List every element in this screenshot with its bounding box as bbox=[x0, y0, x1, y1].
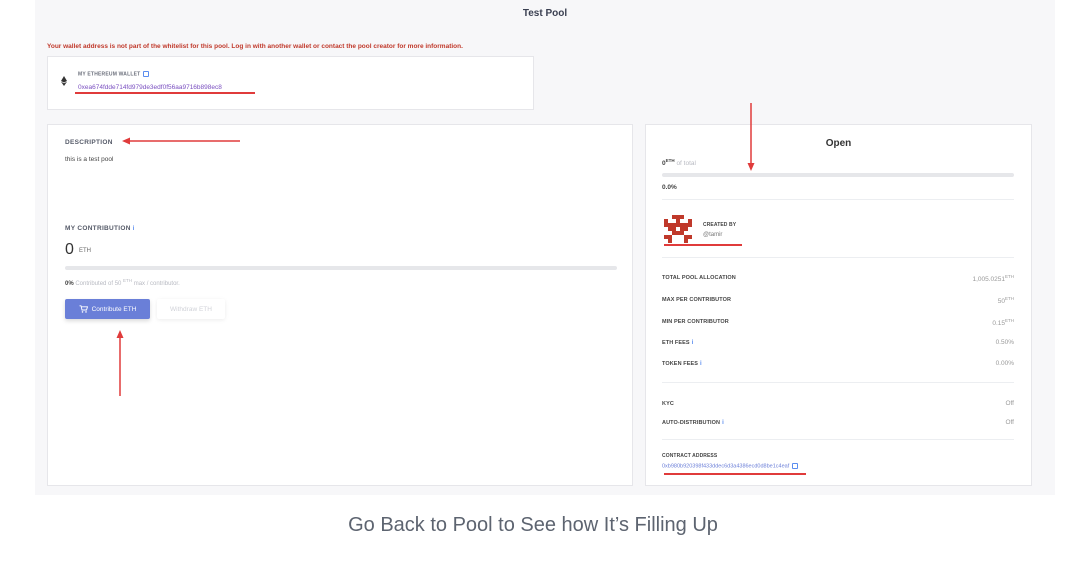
setting-label-text: KYC bbox=[662, 401, 674, 407]
pool-total-unit: ETH bbox=[665, 158, 675, 163]
stat-value-text: 1,005.0251 bbox=[972, 276, 1005, 283]
annotation-arrow-left bbox=[122, 137, 240, 145]
stat-label: ETH FEES i bbox=[662, 340, 693, 346]
pool-status-panel: Open 0ETH of total 0.0% CREATED BY @tami… bbox=[645, 103, 1032, 486]
pool-total-suffix: of total bbox=[676, 160, 696, 167]
stat-label: TOKEN FEES i bbox=[662, 361, 702, 367]
divider bbox=[662, 439, 1014, 440]
stat-value-text: 50 bbox=[997, 298, 1005, 305]
screenshot-frame: Test Pool Your wallet address is not par… bbox=[35, 0, 1055, 495]
setting-label: AUTO-DISTRIBUTION i bbox=[662, 420, 724, 426]
annotation-underline bbox=[664, 244, 742, 246]
pool-status-title: Open bbox=[825, 138, 852, 149]
stat-label-text: TOKEN FEES bbox=[662, 361, 699, 367]
stat-label-text: TOTAL POOL ALLOCATION bbox=[662, 275, 736, 281]
contribute-button-label: Contribute ETH bbox=[91, 305, 137, 313]
stat-value-text: 0.15 bbox=[992, 320, 1005, 327]
stat-value-text: 0.50% bbox=[995, 339, 1014, 346]
contribution-label: MY CONTRIBUTION bbox=[65, 225, 131, 232]
pool-info-panel: DESCRIPTION this is a test pool MY CONTR… bbox=[47, 124, 633, 486]
stat-label-text: MAX PER CONTRIBUTOR bbox=[662, 297, 732, 303]
pool-total-row: 0ETH of total bbox=[662, 158, 696, 167]
stat-label: MAX PER CONTRIBUTOR bbox=[662, 297, 731, 303]
withdraw-button-label: Withdraw ETH bbox=[170, 305, 212, 313]
pool-percent: 0.0% bbox=[662, 184, 677, 191]
description-label: DESCRIPTION bbox=[65, 139, 113, 146]
whitelist-warning: Your wallet address is not part of the w… bbox=[47, 43, 463, 50]
creator-avatar[interactable] bbox=[664, 215, 692, 243]
stat-label: TOTAL POOL ALLOCATION bbox=[662, 275, 736, 281]
setting-value: Off bbox=[1005, 419, 1014, 426]
setting-label: KYC bbox=[662, 401, 674, 407]
contribution-progress-bar bbox=[65, 266, 617, 270]
stat-unit: ETH bbox=[1005, 274, 1014, 279]
divider bbox=[662, 257, 1014, 258]
info-icon[interactable]: i bbox=[133, 226, 135, 232]
stat-label-text: MIN PER CONTRIBUTOR bbox=[662, 319, 729, 325]
creator-handle[interactable]: @tamir bbox=[703, 232, 722, 238]
wallet-card: MY ETHEREUM WALLET 0xea674fdde714fd979de… bbox=[47, 56, 534, 110]
info-icon[interactable]: i bbox=[692, 340, 694, 346]
ethereum-icon bbox=[61, 76, 67, 86]
stat-label-text: ETH FEES bbox=[662, 340, 690, 346]
contribution-label-row: MY CONTRIBUTION i bbox=[65, 225, 135, 232]
stat-value-text: 0.00% bbox=[995, 360, 1014, 367]
external-link-icon[interactable] bbox=[143, 71, 150, 77]
contribution-detail-prefix: Contributed of 50 bbox=[75, 281, 122, 287]
setting-value: Off bbox=[1005, 400, 1014, 407]
external-link-icon[interactable] bbox=[792, 463, 799, 469]
contract-label: CONTRACT ADDRESS bbox=[662, 453, 718, 459]
annotation-underline bbox=[664, 473, 806, 475]
divider bbox=[662, 199, 1014, 200]
annotation-arrow-up bbox=[116, 330, 124, 396]
contribution-percent: 0% bbox=[65, 281, 74, 287]
contribution-detail-suffix: max / contributor. bbox=[133, 281, 180, 287]
info-icon[interactable]: i bbox=[700, 361, 702, 367]
stat-value: 0.50% bbox=[996, 339, 1014, 346]
description-text: this is a test pool bbox=[65, 156, 114, 163]
contract-address[interactable]: 0xb980b920398f433ddec6d3a4386ecd0d8be1c4… bbox=[662, 463, 789, 469]
pool-progress-bar bbox=[662, 173, 1014, 177]
contribution-value: 0 bbox=[65, 241, 74, 258]
stat-label: MIN PER CONTRIBUTOR bbox=[662, 319, 729, 325]
contract-address-row: 0xb980b920398f433ddec6d3a4386ecd0d8be1c4… bbox=[662, 463, 799, 469]
stat-unit: ETH bbox=[1005, 318, 1014, 323]
divider bbox=[662, 382, 1014, 383]
contribution-detail-unit: ETH bbox=[123, 278, 133, 283]
stat-value: 50ETH bbox=[998, 296, 1014, 305]
stat-value: 0.00% bbox=[996, 360, 1014, 367]
contribute-button[interactable]: Contribute ETH bbox=[65, 299, 150, 319]
withdraw-button[interactable]: Withdraw ETH bbox=[157, 299, 225, 319]
wallet-address[interactable]: 0xea674fdde714fd979de3edf0f56aa9716b898e… bbox=[78, 84, 222, 91]
wallet-label-row: MY ETHEREUM WALLET bbox=[78, 71, 150, 78]
contribution-unit: ETH bbox=[79, 248, 91, 254]
wallet-label: MY ETHEREUM WALLET bbox=[78, 71, 141, 78]
stat-value: 1,005.0251ETH bbox=[972, 274, 1014, 283]
annotation-arrow-down bbox=[747, 103, 755, 171]
creator-label: CREATED BY bbox=[703, 222, 737, 228]
page-title: Test Pool bbox=[522, 8, 568, 19]
annotation-underline bbox=[75, 92, 255, 94]
info-icon[interactable]: i bbox=[722, 420, 724, 426]
caption: Go Back to Pool to See how It’s Filling … bbox=[348, 514, 718, 536]
cart-icon bbox=[79, 305, 88, 313]
stat-unit: ETH bbox=[1005, 296, 1014, 301]
setting-label-text: AUTO-DISTRIBUTION bbox=[662, 420, 721, 426]
stat-value: 0.15ETH bbox=[992, 318, 1014, 327]
contribution-detail: 0% Contributed of 50 ETH max / contribut… bbox=[65, 278, 180, 287]
